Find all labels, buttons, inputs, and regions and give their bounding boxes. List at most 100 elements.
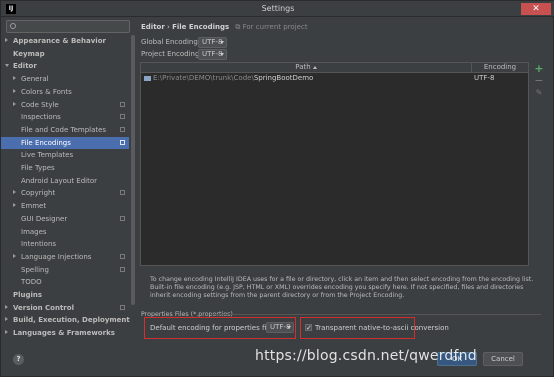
chevron-right-icon[interactable] bbox=[13, 88, 16, 93]
sidebar-item-label: File Encodings bbox=[21, 138, 71, 147]
path-name: SpringBootDemo bbox=[253, 74, 314, 82]
file-encodings-table: Path Encoding E:\Private\DEMO\trunk\Code… bbox=[140, 62, 529, 266]
project-scope-icon bbox=[120, 266, 125, 272]
cancel-button[interactable]: Cancel bbox=[483, 352, 523, 366]
project-scope-icon bbox=[120, 253, 125, 259]
sidebar-item-build-execution-deployment[interactable]: Build, Execution, Deployment bbox=[1, 314, 130, 326]
chevron-right-icon[interactable] bbox=[5, 304, 8, 309]
breadcrumb: Editor › File Encodings ⧉ For current pr… bbox=[141, 23, 308, 32]
global-encoding-label: Global Encoding: bbox=[141, 38, 201, 46]
chevron-right-icon[interactable] bbox=[13, 101, 16, 106]
column-header-encoding[interactable]: Encoding bbox=[472, 63, 528, 73]
project-encoding-label: Project Encoding: bbox=[141, 50, 202, 58]
table-row-path[interactable]: E:\Private\DEMO\trunk\Code\SpringBootDem… bbox=[144, 74, 313, 82]
title-bar: IJ Settings ✕ bbox=[1, 1, 554, 17]
sidebar-item-languages-frameworks[interactable]: Languages & Frameworks bbox=[1, 327, 129, 339]
sidebar-item-label: File Types bbox=[21, 164, 55, 172]
chevron-right-icon[interactable] bbox=[5, 38, 8, 42]
sidebar-item-images[interactable]: Images bbox=[1, 226, 129, 238]
breadcrumb-section: Editor bbox=[141, 23, 165, 31]
default-properties-encoding-label: Default encoding for properties files: bbox=[150, 324, 279, 332]
chevron-down-icon[interactable] bbox=[5, 64, 9, 68]
sidebar-item-label: TODO bbox=[21, 278, 42, 287]
checkmark-icon: ✓ bbox=[306, 324, 312, 332]
sidebar-item-label: Images bbox=[21, 227, 47, 236]
sidebar-item-todo[interactable]: TODO bbox=[1, 276, 129, 288]
project-scope-icon bbox=[120, 126, 125, 132]
sidebar-item-label: Copyright bbox=[21, 189, 56, 198]
window-title: Settings bbox=[261, 4, 295, 13]
sidebar-item-intentions[interactable]: Intentions bbox=[1, 238, 129, 250]
settings-tree: Appearance & Behavior Keymap Editor General… bbox=[1, 35, 131, 337]
sidebar-item-plugins[interactable]: Plugins bbox=[1, 289, 129, 301]
settings-window: IJ Settings ✕ Appearance & Behavior Keyma… bbox=[0, 0, 554, 377]
chevron-right-icon[interactable] bbox=[13, 203, 16, 208]
chevron-right-icon[interactable] bbox=[13, 76, 16, 81]
sidebar-item-gui-designer[interactable]: GUI Designer bbox=[1, 213, 129, 225]
sidebar-item-general[interactable]: General bbox=[1, 73, 129, 85]
column-header-path[interactable]: Path bbox=[141, 63, 472, 73]
sidebar-item-label: Version Control bbox=[13, 303, 74, 312]
sidebar-item-colors-fonts[interactable]: Colors & Fonts bbox=[1, 86, 129, 98]
encoding-help-text: To change encoding IntelliJ IDEA uses fo… bbox=[150, 276, 534, 299]
sidebar-item-label: Language Injections bbox=[21, 252, 92, 261]
close-button[interactable]: ✕ bbox=[521, 3, 551, 15]
sidebar-scrollbar[interactable] bbox=[131, 35, 135, 305]
section-divider bbox=[211, 314, 541, 315]
sidebar-item-label: Languages & Frameworks bbox=[13, 329, 115, 338]
sidebar-item-spelling[interactable]: Spelling bbox=[1, 264, 129, 276]
sidebar-item-label: File and Code Templates bbox=[21, 125, 107, 134]
edit-icon[interactable]: ✎ bbox=[534, 88, 544, 98]
remove-icon[interactable]: − bbox=[534, 75, 544, 86]
chevron-down-icon bbox=[220, 41, 224, 44]
sidebar-item-label: Intentions bbox=[21, 240, 57, 249]
sidebar-item-label: Code Style bbox=[21, 100, 59, 109]
chevron-right-icon[interactable] bbox=[5, 317, 8, 322]
sidebar-item-copyright[interactable]: Copyright bbox=[1, 187, 129, 199]
sidebar-item-label: Spelling bbox=[21, 265, 49, 274]
sidebar-item-label: Colors & Fonts bbox=[21, 87, 72, 96]
native-to-ascii-label[interactable]: Transparent native-to-ascii conversion bbox=[315, 324, 449, 332]
sidebar-item-label: Plugins bbox=[13, 291, 43, 299]
sort-ascending-icon bbox=[312, 65, 317, 69]
native-to-ascii-checkbox[interactable]: ✓ bbox=[305, 324, 312, 332]
sidebar-item-keymap[interactable]: Keymap bbox=[1, 48, 129, 60]
sidebar-item-editor[interactable]: Editor bbox=[1, 60, 129, 72]
sidebar-item-live-templates[interactable]: Live Templates bbox=[1, 149, 129, 161]
chevron-down-icon bbox=[287, 326, 291, 329]
add-icon[interactable]: + bbox=[534, 63, 544, 74]
chevron-right-icon[interactable] bbox=[13, 190, 16, 195]
chevron-right-icon[interactable] bbox=[13, 253, 16, 258]
project-scope-icon bbox=[120, 139, 125, 145]
help-button[interactable]: ? bbox=[13, 354, 24, 365]
settings-search-input[interactable] bbox=[6, 20, 130, 33]
sidebar-item-emmet[interactable]: Emmet bbox=[1, 200, 129, 212]
watermark-text: https://blog.csdn.net/qwerdfnd bbox=[255, 348, 477, 364]
chevron-down-icon bbox=[220, 53, 224, 56]
chevron-right-icon[interactable] bbox=[5, 330, 8, 335]
sidebar-item-code-style[interactable]: Code Style bbox=[1, 99, 129, 111]
breadcrumb-separator: › bbox=[167, 23, 170, 31]
default-properties-encoding-select[interactable]: UTF-8 bbox=[266, 322, 294, 333]
project-scope-icon bbox=[120, 304, 125, 310]
sidebar-item-file-and-code-templates[interactable]: File and Code Templates bbox=[1, 124, 129, 136]
sidebar-item-label: Appearance & Behavior bbox=[13, 37, 106, 45]
sidebar-item-label: Build, Execution, Deployment bbox=[13, 316, 130, 325]
sidebar-item-file-types[interactable]: File Types bbox=[1, 162, 129, 174]
sidebar-item-label: Emmet bbox=[21, 202, 47, 211]
folder-icon bbox=[144, 75, 151, 81]
project-scope-icon bbox=[120, 190, 125, 196]
sidebar-item-appearance-behavior[interactable]: Appearance & Behavior bbox=[1, 35, 129, 47]
sidebar-item-label: Inspections bbox=[21, 113, 61, 122]
sidebar-item-inspections[interactable]: Inspections bbox=[1, 111, 129, 123]
sidebar-item-file-encodings[interactable]: File Encodings bbox=[1, 136, 129, 149]
sidebar-item-android-layout-editor[interactable]: Android Layout Editor bbox=[1, 175, 129, 187]
sidebar-item-language-injections[interactable]: Language Injections bbox=[1, 251, 129, 263]
project-encoding-select[interactable]: UTF-8 bbox=[198, 49, 227, 60]
project-scope-icon bbox=[120, 101, 125, 107]
sidebar-item-label: Live Templates bbox=[21, 151, 74, 160]
table-row-encoding[interactable]: UTF-8 bbox=[474, 74, 494, 82]
sidebar-item-label: Editor bbox=[13, 62, 37, 71]
global-encoding-select[interactable]: UTF-8 bbox=[198, 37, 227, 48]
sidebar-item-version-control[interactable]: Version Control bbox=[1, 302, 129, 314]
